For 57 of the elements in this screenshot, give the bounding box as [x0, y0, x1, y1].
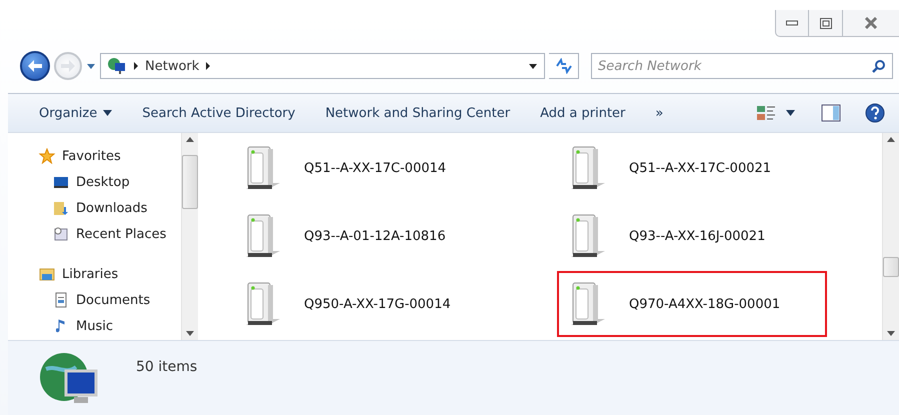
more-button[interactable]: » — [647, 98, 672, 128]
network-globe-icon — [107, 57, 127, 75]
network-device-item[interactable]: Q950-A-XX-17G-00014 — [232, 271, 502, 337]
minimize-icon — [786, 20, 798, 26]
sidebar-header[interactable]: Favorites — [38, 143, 181, 169]
clock-window-icon — [52, 226, 70, 242]
sidebar-header[interactable]: Libraries — [38, 261, 181, 287]
scrollbar-thumb[interactable] — [883, 256, 899, 276]
arrow-right-icon — [60, 59, 76, 73]
folder-download-icon — [52, 200, 70, 216]
sidebar-item[interactable]: Downloads — [38, 195, 181, 221]
star-icon — [38, 148, 56, 164]
restore-icon — [820, 18, 832, 28]
chevron-icon — [205, 62, 212, 70]
sidebar-item[interactable]: Desktop — [38, 169, 181, 195]
network-device-item[interactable]: Q51--A-XX-17C-00021 — [557, 135, 827, 201]
sidebar-item[interactable]: Music — [38, 313, 181, 339]
caret-icon — [103, 110, 112, 116]
breadcrumb[interactable]: Network — [145, 58, 200, 74]
toolbar-button[interactable]: Network and Sharing Center — [317, 98, 518, 128]
close-button[interactable] — [843, 10, 899, 37]
toolbar-button[interactable]: Add a printer — [532, 98, 634, 128]
network-device-item[interactable]: Q970-A4XX-18G-00001 — [557, 271, 827, 337]
network-device-item[interactable]: Q93--A-01-12A-10816 — [232, 203, 502, 269]
view-options-icon[interactable] — [756, 104, 776, 122]
dropdown-icon[interactable] — [528, 62, 538, 70]
back-button[interactable] — [20, 51, 50, 81]
arrow-left-icon — [27, 59, 43, 73]
music-note-icon — [56, 319, 65, 333]
toolbar-button[interactable]: Organize — [31, 98, 120, 128]
search-icon — [872, 59, 886, 73]
network-device-item[interactable]: Q93--A-XX-16J-00021 — [557, 203, 827, 269]
monitor-icon — [52, 174, 70, 190]
item-count: 50 items — [136, 359, 198, 375]
scrollbar[interactable] — [181, 133, 198, 340]
address-bar[interactable]: Network — [100, 53, 545, 79]
caret-icon[interactable] — [786, 110, 795, 116]
chevron-icon — [133, 62, 139, 70]
preview-pane-icon[interactable] — [821, 104, 841, 122]
arrow-up-icon — [186, 137, 194, 142]
scrollbar-thumb[interactable] — [182, 154, 198, 208]
toolbar-button[interactable]: Search Active Directory — [134, 98, 304, 128]
folder-icon — [38, 266, 56, 282]
arrow-down-icon — [887, 331, 895, 336]
search-field[interactable]: Search Network — [591, 53, 893, 79]
minimize-button[interactable] — [775, 10, 809, 37]
close-icon — [864, 17, 878, 29]
arrow-down-icon — [186, 331, 194, 336]
scrollbar[interactable] — [882, 133, 899, 340]
refresh-button[interactable] — [549, 53, 579, 79]
refresh-arrows-icon — [554, 58, 572, 74]
sidebar-item[interactable]: Recent Places — [38, 221, 181, 247]
network-device-item[interactable]: Q51--A-XX-17C-00014 — [232, 135, 502, 201]
sidebar-item[interactable]: Documents — [38, 287, 181, 313]
maximize-button[interactable] — [809, 10, 843, 37]
arrow-up-icon — [887, 137, 895, 142]
help-icon[interactable] — [865, 103, 885, 123]
